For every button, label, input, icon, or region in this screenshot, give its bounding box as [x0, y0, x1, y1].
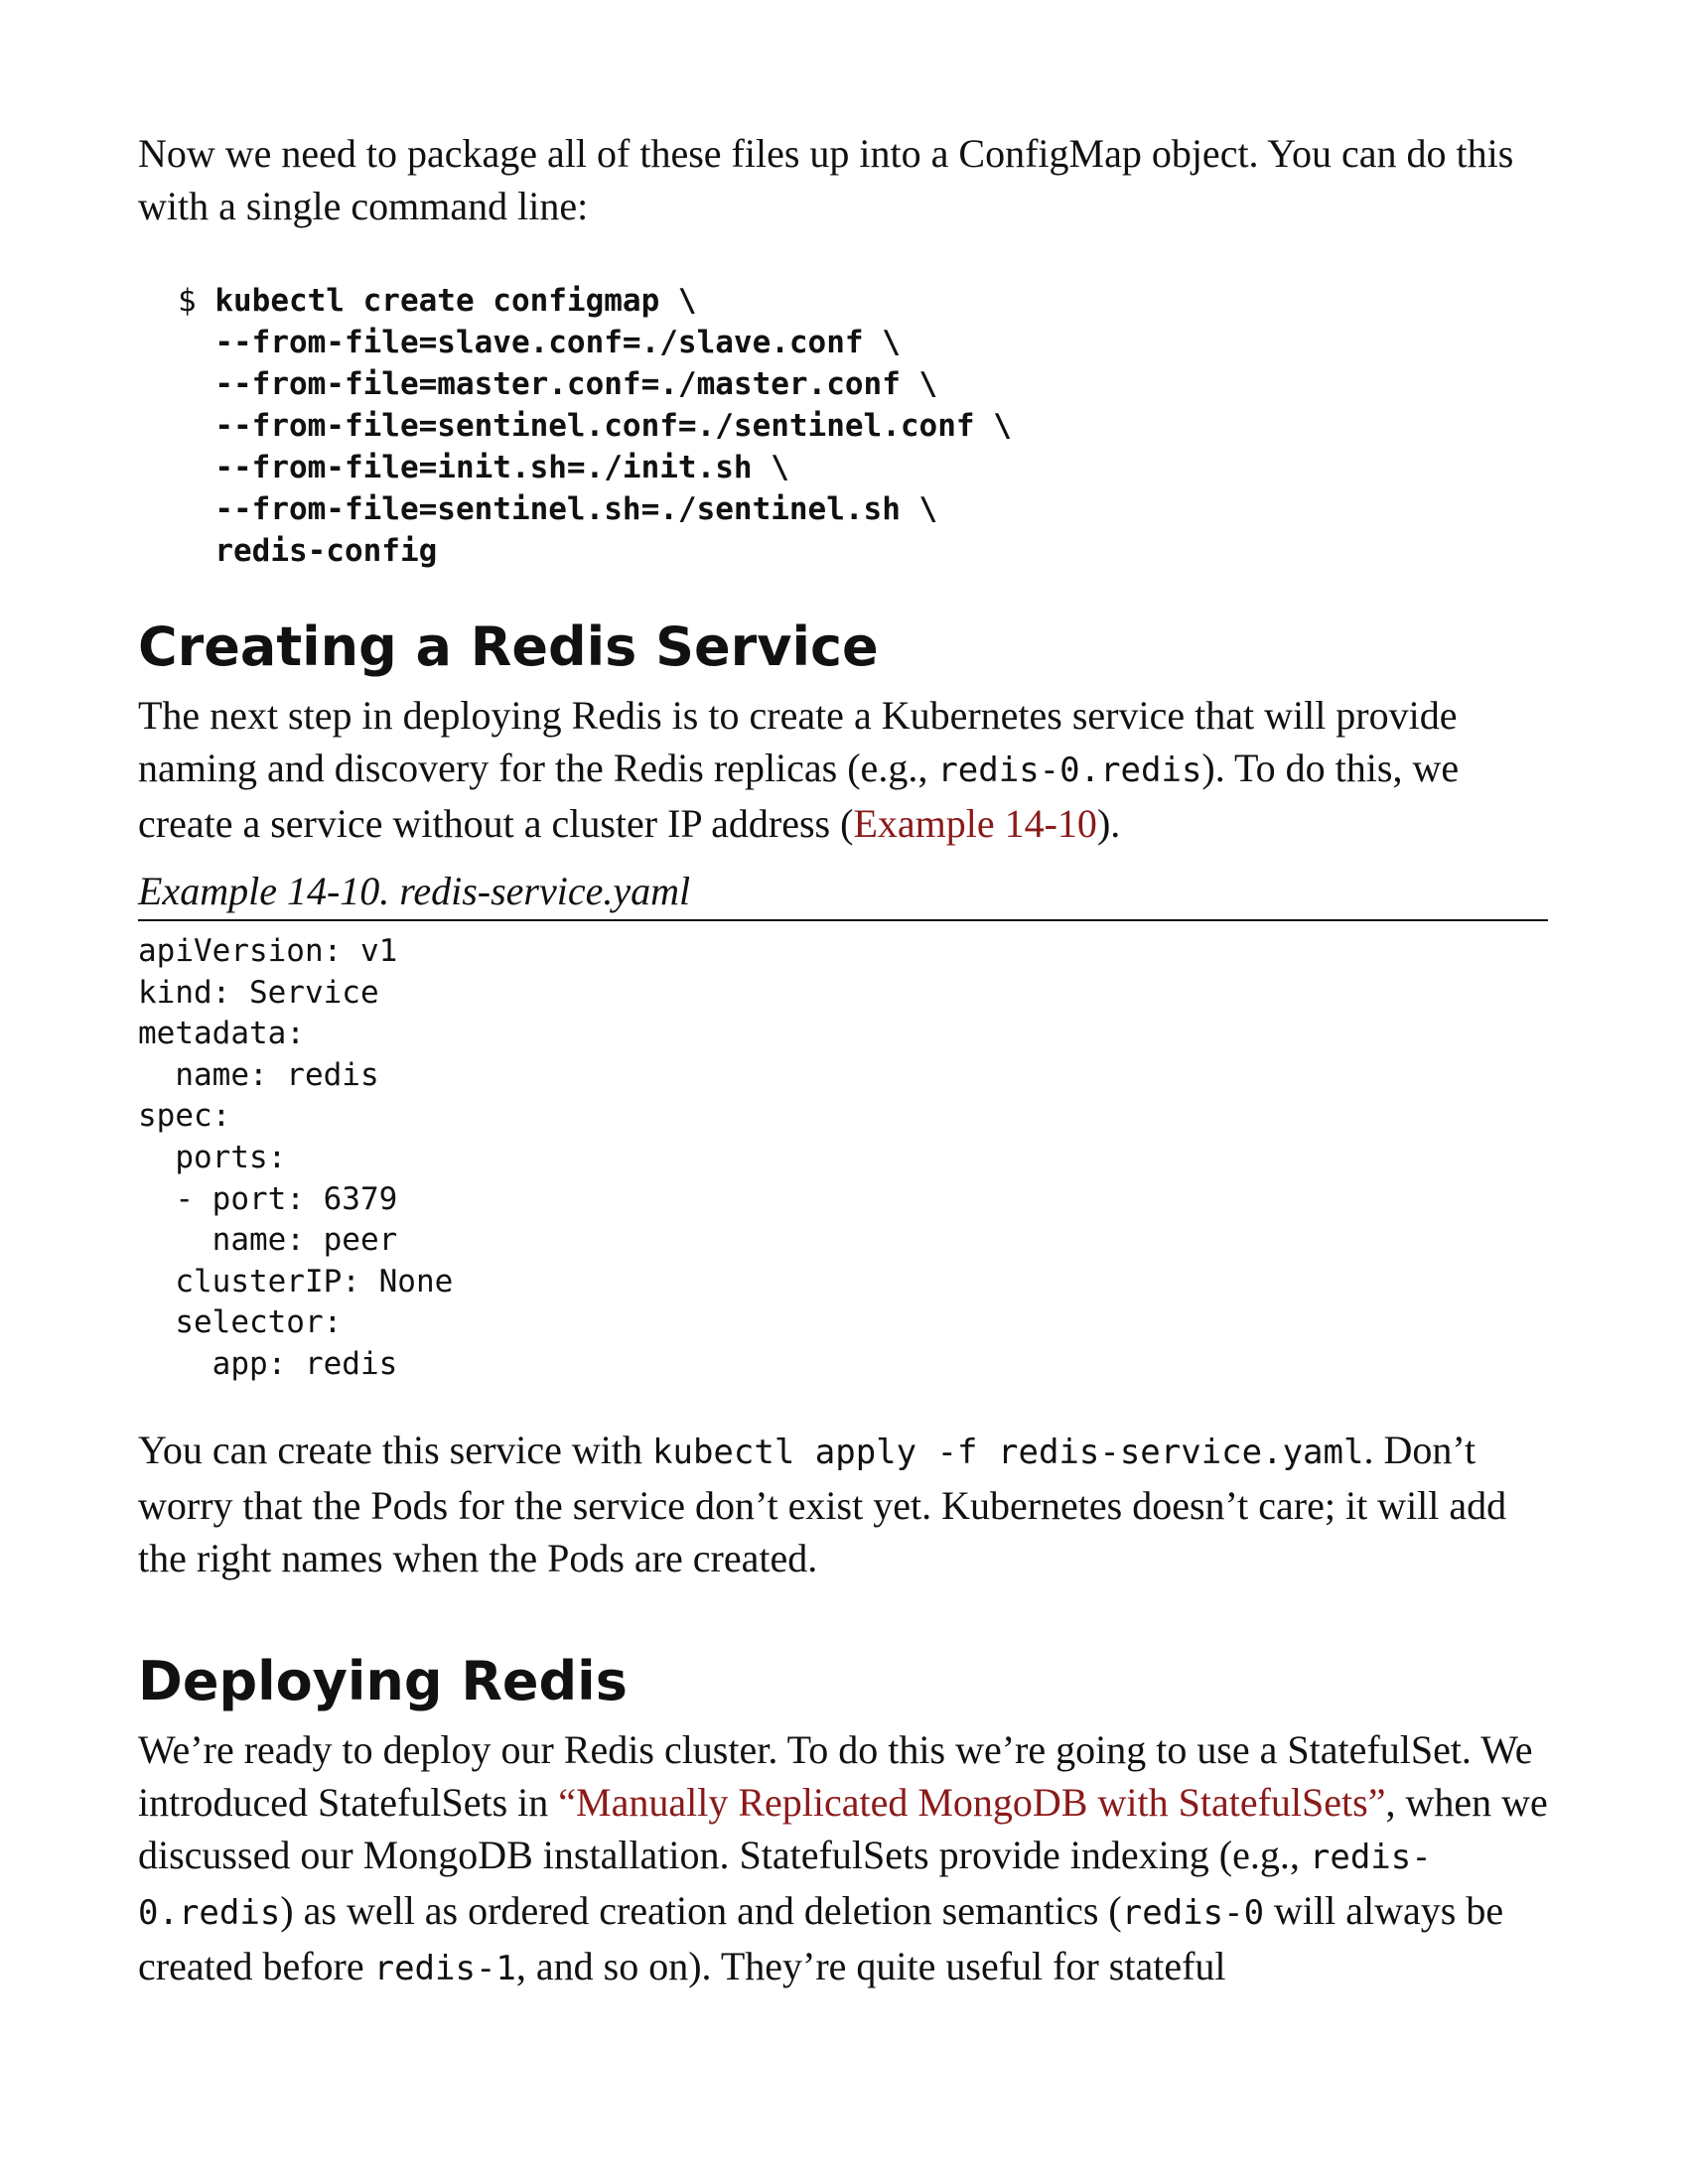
inline-code: kubectl apply -f redis-service.yaml: [652, 1432, 1364, 1472]
yaml-code-block: apiVersion: v1 kind: Service metadata: n…: [138, 931, 1548, 1386]
apply-paragraph: You can create this service with kubectl…: [138, 1424, 1548, 1584]
inline-code: redis-0.redis: [937, 751, 1202, 790]
text-run: ) as well as ordered creation and deleti…: [280, 1887, 1122, 1933]
yaml-line: ports:: [138, 1139, 287, 1175]
yaml-line: apiVersion: v1: [138, 933, 398, 969]
configmap-command-block: $ kubectl create configmap \ --from-file…: [178, 280, 1548, 572]
command-line: --from-file=sentinel.conf=./sentinel.con…: [178, 408, 1012, 444]
yaml-line: clusterIP: None: [138, 1263, 454, 1299]
inline-code: redis-0: [1121, 1892, 1265, 1933]
command-line: --from-file=slave.conf=./slave.conf \: [178, 325, 901, 360]
yaml-line: name: peer: [138, 1222, 398, 1259]
deploy-paragraph: We’re ready to deploy our Redis cluster.…: [138, 1723, 1548, 1995]
yaml-line: name: redis: [138, 1056, 379, 1093]
intro-paragraph: Now we need to package all of these file…: [138, 131, 1514, 228]
yaml-line: kind: Service: [138, 974, 379, 1011]
service-paragraph: The next step in deploying Redis is to c…: [138, 689, 1548, 850]
command-line: kubectl create configmap \: [214, 283, 697, 319]
document-page: Now we need to package all of these file…: [138, 127, 1548, 1995]
text-run: ).: [1096, 801, 1121, 846]
text-run: You can create this service with: [138, 1427, 653, 1472]
inline-code: redis-1: [373, 1948, 516, 1988]
text-run: , and so on). They’re quite useful for s…: [515, 1943, 1226, 1988]
yaml-line: spec:: [138, 1098, 231, 1135]
yaml-line: selector:: [138, 1304, 343, 1341]
command-line: redis-config: [178, 533, 438, 569]
section-heading-redis-service: Creating a Redis Service: [138, 615, 879, 678]
yaml-line: app: redis: [138, 1345, 398, 1382]
yaml-line: - port: 6379: [138, 1180, 398, 1217]
example-caption: Example 14-10. redis-service.yaml: [138, 868, 1548, 921]
mongodb-section-link[interactable]: “Manually Replicated MongoDB with Statef…: [558, 1780, 1385, 1825]
example-link[interactable]: Example 14-10: [853, 801, 1097, 846]
command-line: --from-file=init.sh=./init.sh \: [178, 450, 789, 485]
shell-prompt: $: [178, 283, 215, 319]
command-line: --from-file=sentinel.sh=./sentinel.sh \: [178, 491, 938, 527]
section-heading-deploying-redis: Deploying Redis: [138, 1649, 628, 1712]
yaml-line: metadata:: [138, 1016, 305, 1052]
command-line: --from-file=master.conf=./master.conf \: [178, 366, 938, 402]
